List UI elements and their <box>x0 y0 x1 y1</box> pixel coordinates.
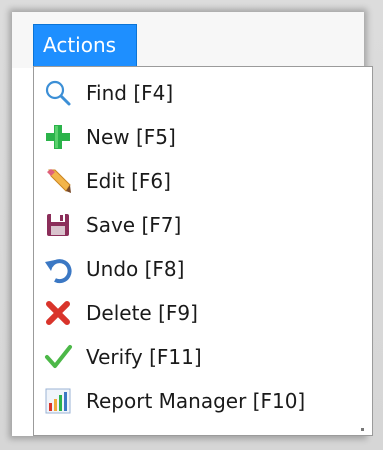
actions-dropdown: Find [F4] New [F5] Edit [F6] Save [F7] U… <box>33 66 373 436</box>
actions-menu-window: Actions Find [F4] New [F5] Edit [F6] Sav… <box>12 12 373 436</box>
menu-item-report-manager[interactable]: Report Manager [F10] <box>34 381 372 421</box>
menu-item-label: Find [F4] <box>86 81 174 105</box>
menu-item-edit[interactable]: Edit [F6] <box>34 161 372 201</box>
menu-item-label: Undo [F8] <box>86 257 185 281</box>
search-icon <box>40 75 76 111</box>
menu-item-delete[interactable]: Delete [F9] <box>34 293 372 333</box>
actions-menu-tab[interactable]: Actions <box>33 24 137 66</box>
menu-item-label: Delete [F9] <box>86 301 198 325</box>
menu-item-new[interactable]: New [F5] <box>34 117 372 157</box>
pencil-icon <box>40 163 76 199</box>
undo-icon <box>40 251 76 287</box>
report-icon <box>40 383 76 419</box>
menu-item-undo[interactable]: Undo [F8] <box>34 249 372 289</box>
menu-item-label: New [F5] <box>86 125 176 149</box>
actions-menu-title: Actions <box>43 33 117 57</box>
delete-icon <box>40 295 76 331</box>
menu-bar: Actions <box>12 12 364 68</box>
check-icon <box>40 339 76 375</box>
menu-item-find[interactable]: Find [F4] <box>34 73 372 113</box>
menu-item-label: Verify [F11] <box>86 345 202 369</box>
menu-item-verify[interactable]: Verify [F11] <box>34 337 372 377</box>
menu-item-label: Report Manager [F10] <box>86 389 306 413</box>
menu-item-label: Save [F7] <box>86 213 182 237</box>
save-icon <box>40 207 76 243</box>
menu-item-label: Edit [F6] <box>86 169 171 193</box>
resize-grip <box>361 428 364 431</box>
menu-item-save[interactable]: Save [F7] <box>34 205 372 245</box>
plus-icon <box>40 119 76 155</box>
